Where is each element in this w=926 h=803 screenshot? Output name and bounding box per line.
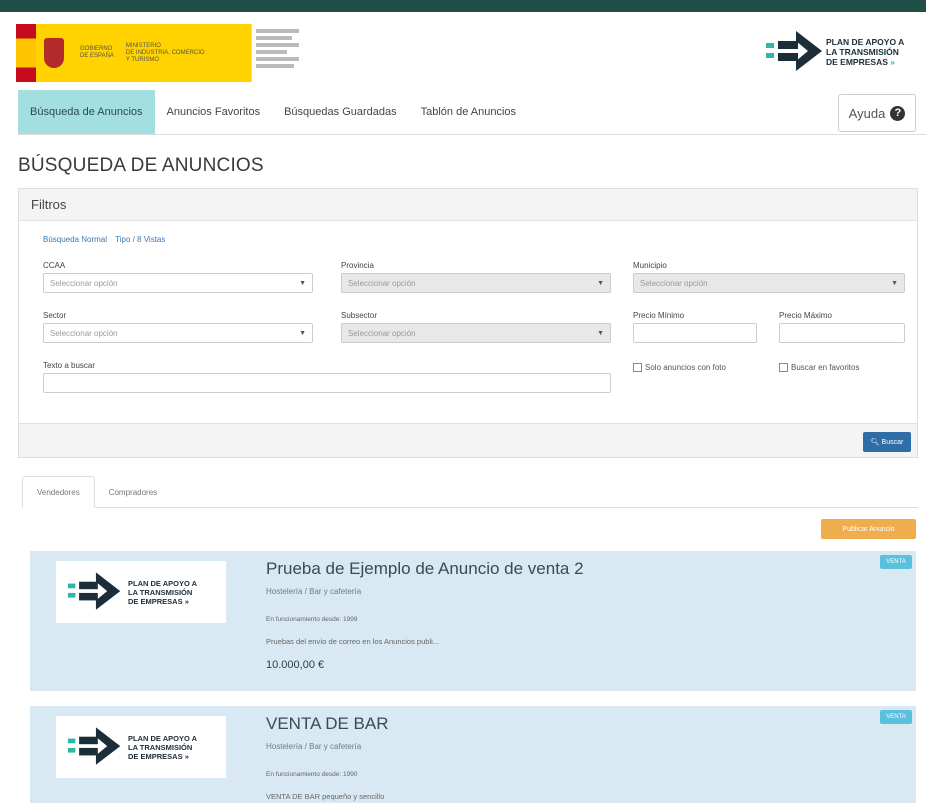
publish-ad-button[interactable]: Publicar Anuncio: [821, 519, 916, 539]
checkbox-icon: [779, 363, 788, 372]
publish-ad-label: Publicar Anuncio: [842, 525, 895, 533]
filters-footer: 🔍︎ Buscar: [19, 423, 917, 457]
ad-card[interactable]: PLAN DE APOYO A LA TRANSMISIÓN DE EMPRES…: [30, 706, 916, 803]
tab-vendedores[interactable]: Vendedores: [22, 476, 95, 508]
ad-logo: PLAN DE APOYO A LA TRANSMISIÓN DE EMPRES…: [56, 716, 226, 778]
arrow-logo-icon: [67, 572, 121, 610]
ccaa-label: CCAA: [43, 261, 66, 270]
government-logo: GOBIERNO DE ESPAÑA MINISTERIO DE INDUSTRIA…: [16, 24, 311, 82]
ad-logo-text: PLAN DE APOYO A LA TRANSMISIÓN DE EMPRES…: [128, 733, 198, 761]
chevron-down-icon: ▼: [299, 330, 306, 337]
sector-select[interactable]: Seleccionar opción ▼: [43, 323, 313, 343]
precio-min-input[interactable]: [633, 323, 757, 343]
sector-label: Sector: [43, 311, 67, 320]
top-bar: [0, 0, 926, 12]
arrow-logo-icon: [67, 727, 121, 765]
flag-icon: [16, 24, 36, 82]
search-mode-links: Búsqueda Normal Tipo / 8 Vistas: [43, 235, 171, 244]
tab-compradores[interactable]: Compradores: [95, 476, 171, 508]
texto-group: Texto a buscar: [43, 361, 611, 393]
precio-min-label: Precio Mínimo: [633, 311, 685, 320]
ccaa-select[interactable]: Seleccionar opción ▼: [43, 273, 313, 293]
municipio-placeholder: Seleccionar opción: [640, 278, 708, 288]
precio-max-label: Precio Máximo: [779, 311, 832, 320]
solo-foto-label: Solo anuncios con foto: [645, 363, 726, 372]
texto-input[interactable]: [43, 373, 611, 393]
precio-max-group: Precio Máximo: [779, 311, 905, 343]
brand-logo[interactable]: PLAN DE APOYO A LA TRANSMISIÓN DE EMPRES…: [764, 26, 926, 78]
sector-placeholder: Seleccionar opción: [50, 328, 118, 338]
ad-description: VENTA DE BAR pequeño y sencillo: [266, 792, 385, 801]
advanced-search-link[interactable]: Tipo / 8 Vistas: [115, 235, 165, 244]
status-badge: VENTA: [880, 555, 912, 569]
ad-logo-text: PLAN DE APOYO A LA TRANSMISIÓN DE EMPRES…: [128, 578, 198, 606]
subsector-label: Subsector: [341, 311, 378, 320]
ad-card[interactable]: PLAN DE APOYO A LA TRANSMISIÓN DE EMPRES…: [30, 551, 916, 691]
subsector-placeholder: Seleccionar opción: [348, 328, 416, 338]
chevron-down-icon: ▼: [597, 280, 604, 287]
search-button-label: Buscar: [881, 438, 904, 446]
municipio-select[interactable]: Seleccionar opción ▼: [633, 273, 905, 293]
brand-text: PLAN DE APOYO A LA TRANSMISIÓN DE EMPRES…: [826, 37, 905, 67]
precio-min-group: Precio Mínimo: [633, 311, 757, 343]
main-nav: Búsqueda de Anuncios Anuncios Favoritos …: [18, 90, 926, 135]
texto-label: Texto a buscar: [43, 361, 96, 370]
secretariat-text: [251, 24, 311, 82]
page-title: BÚSQUEDA DE ANUNCIOS: [18, 155, 264, 176]
ad-category: Hostelería / Bar y cafetería: [266, 587, 362, 596]
search-button[interactable]: 🔍︎ Buscar: [863, 432, 911, 452]
ad-since: En funcionamiento desde: 1999: [266, 616, 358, 623]
filters-panel: Filtros Búsqueda Normal Tipo / 8 Vistas …: [18, 188, 918, 458]
ad-description: Pruebas del envío de correo en los Anunc…: [266, 637, 440, 646]
question-icon: ?: [890, 105, 906, 121]
status-badge: VENTA: [880, 710, 912, 724]
normal-search-link[interactable]: Búsqueda Normal: [43, 235, 107, 244]
buscar-favoritos-checkbox[interactable]: Buscar en favoritos: [779, 363, 859, 372]
results-tabs: Vendedores Compradores: [22, 476, 918, 508]
chevron-down-icon: ▼: [891, 280, 898, 287]
precio-max-input[interactable]: [779, 323, 905, 343]
ad-title[interactable]: VENTA DE BAR: [266, 714, 389, 734]
ad-title[interactable]: Prueba de Ejemplo de Anuncio de venta 2: [266, 559, 584, 579]
tab-busqueda-anuncios[interactable]: Búsqueda de Anuncios: [18, 90, 155, 134]
filters-title: Filtros: [19, 189, 917, 221]
chevron-down-icon: ▼: [299, 280, 306, 287]
provincia-select[interactable]: Seleccionar opción ▼: [341, 273, 611, 293]
tab-anuncios-favoritos[interactable]: Anuncios Favoritos: [155, 90, 273, 134]
ad-since: En funcionamiento desde: 1990: [266, 771, 358, 778]
ministry-text: GOBIERNO DE ESPAÑA MINISTERIO DE INDUSTRIA…: [72, 24, 251, 82]
subsector-select[interactable]: Seleccionar opción ▼: [341, 323, 611, 343]
arrow-logo-icon: [766, 31, 822, 71]
municipio-label: Municipio: [633, 261, 667, 270]
provincia-group: Provincia Seleccionar opción ▼: [341, 261, 611, 293]
solo-foto-checkbox[interactable]: Solo anuncios con foto: [633, 363, 726, 372]
ccaa-placeholder: Seleccionar opción: [50, 278, 118, 288]
tab-busquedas-guardadas[interactable]: Búsquedas Guardadas: [272, 90, 409, 134]
provincia-label: Provincia: [341, 261, 374, 270]
tab-tablon-anuncios[interactable]: Tablón de Anuncios: [409, 90, 528, 134]
sector-group: Sector Seleccionar opción ▼: [43, 311, 313, 343]
provincia-placeholder: Seleccionar opción: [348, 278, 416, 288]
search-icon: 🔍︎: [870, 439, 880, 446]
chevron-down-icon: ▼: [597, 330, 604, 337]
ad-category: Hostelería / Bar y cafetería: [266, 742, 362, 751]
coat-of-arms-icon: [36, 24, 72, 82]
checkbox-icon: [633, 363, 642, 372]
ad-logo: PLAN DE APOYO A LA TRANSMISIÓN DE EMPRES…: [56, 561, 226, 623]
header: GOBIERNO DE ESPAÑA MINISTERIO DE INDUSTRIA…: [0, 12, 926, 90]
subsector-group: Subsector Seleccionar opción ▼: [341, 311, 611, 343]
ad-price: 10.000,00 €: [266, 659, 325, 671]
help-button[interactable]: Ayuda ?: [838, 94, 916, 132]
ccaa-group: CCAA Seleccionar opción ▼: [43, 261, 313, 293]
help-label: Ayuda: [848, 105, 886, 121]
municipio-group: Municipio Seleccionar opción ▼: [633, 261, 905, 293]
buscar-favoritos-label: Buscar en favoritos: [791, 363, 860, 372]
